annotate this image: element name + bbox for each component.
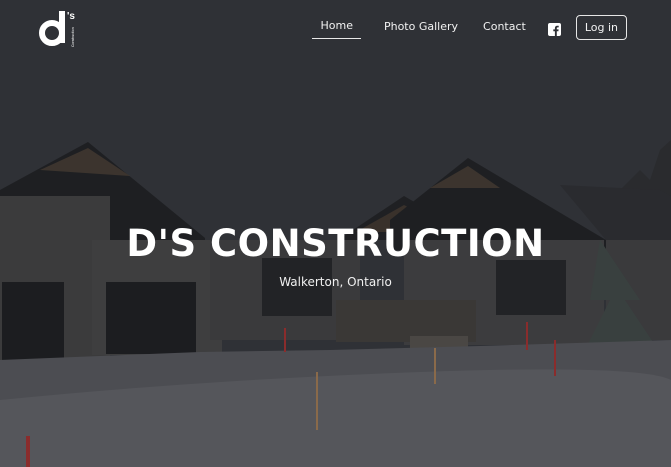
brand-logo[interactable]: 's Construction xyxy=(38,7,78,47)
hero-subtitle: Walkerton, Ontario xyxy=(279,275,392,289)
nav-link-home[interactable]: Home xyxy=(312,15,361,39)
facebook-icon[interactable] xyxy=(547,21,561,36)
login-button[interactable]: Log in xyxy=(575,14,627,40)
svg-text:Construction: Construction xyxy=(71,27,75,47)
nav-link-photo-gallery[interactable]: Photo Gallery xyxy=(382,16,460,39)
hero-section: 's Construction Home Photo Gallery Conta… xyxy=(0,0,671,467)
svg-text:'s: 's xyxy=(67,11,75,22)
nav-menu: Home Photo Gallery Contact Log in xyxy=(312,14,627,40)
ds-logo-icon: 's Construction xyxy=(39,11,75,47)
hero-title: D'S CONSTRUCTION xyxy=(126,222,545,265)
top-navbar: 's Construction Home Photo Gallery Conta… xyxy=(0,0,671,56)
nav-link-contact[interactable]: Contact xyxy=(481,16,528,39)
